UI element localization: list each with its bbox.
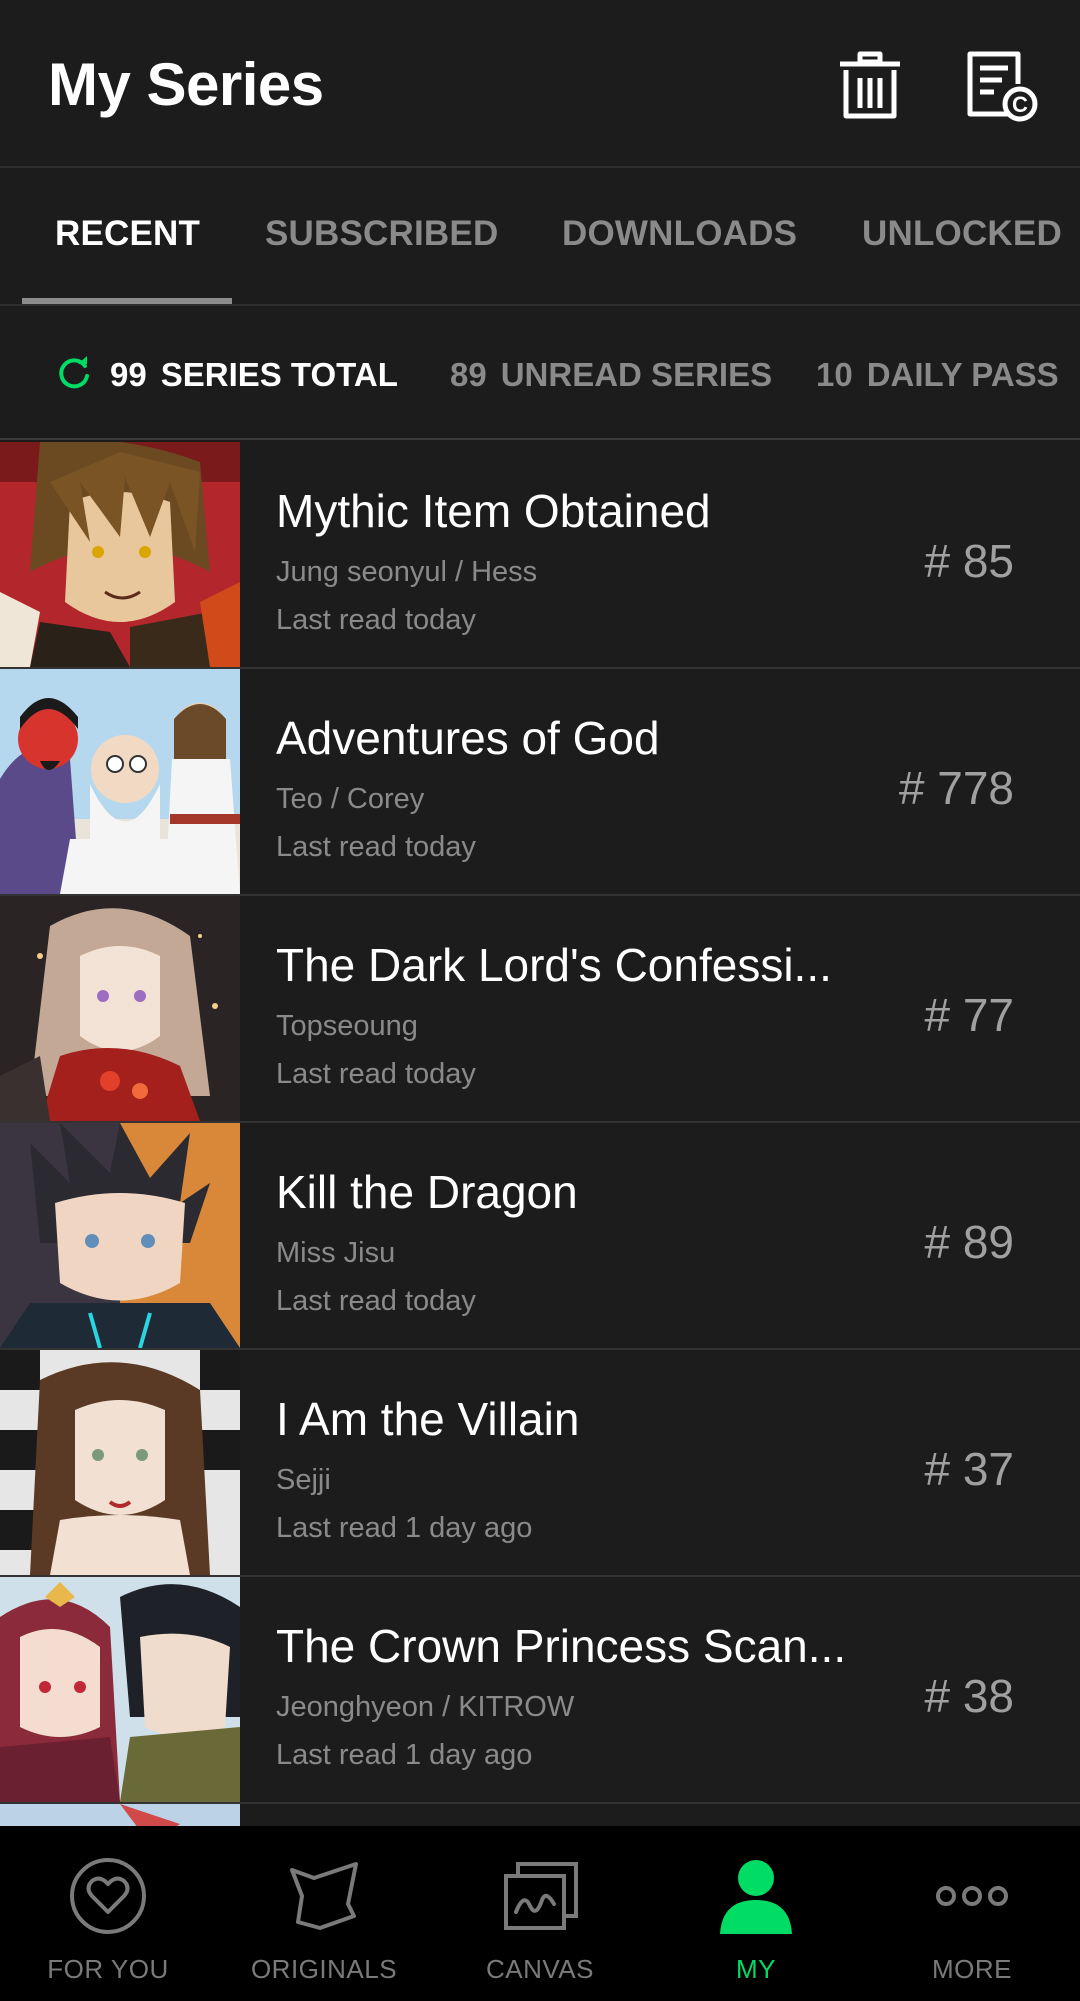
list-item[interactable] [0, 1804, 1080, 1826]
series-author: Miss Jisu [276, 1237, 396, 1269]
series-thumbnail [0, 1123, 240, 1348]
series-list: Mythic Item Obtained Jung seonyul / Hess… [0, 442, 1080, 1826]
nav-my[interactable]: MY [648, 1826, 864, 2001]
refresh-icon[interactable] [54, 354, 94, 394]
nav-label: FOR YOU [47, 1954, 169, 1984]
app-header: My Series C [0, 0, 1080, 168]
series-thumbnail [0, 442, 240, 667]
nav-label: ORIGINALS [250, 1954, 398, 1984]
series-thumbnail [0, 1350, 240, 1575]
series-author: Jeonghyeon / KITROW [276, 1691, 575, 1723]
tab-recent[interactable]: RECENT [55, 214, 200, 254]
tab-subscribed[interactable]: SUBSCRIBED [265, 214, 498, 254]
svg-text:C: C [1012, 92, 1028, 117]
series-last-read: Last read today [276, 1058, 476, 1090]
nav-originals[interactable]: ORIGINALS [216, 1826, 432, 2001]
series-last-read: Last read 1 day ago [276, 1739, 533, 1771]
stat-daily-label: DAILY PASS [866, 356, 1059, 393]
stat-daily-pass[interactable]: 10 DAILY PASS [816, 356, 1059, 394]
nav-label: CANVAS [486, 1954, 594, 1984]
series-title: I Am the Villain [276, 1393, 580, 1445]
stat-total-count: 99 [110, 356, 147, 393]
series-thumbnail [0, 1804, 240, 1826]
bottom-navigation: FOR YOU ORIGINALS CANVAS MY MORE [0, 1826, 1080, 2001]
page-title: My Series [48, 51, 324, 118]
series-author: Sejji [276, 1464, 331, 1496]
series-episode: # 38 [924, 1670, 1014, 1722]
nav-more[interactable]: MORE [864, 1826, 1080, 2001]
list-item[interactable]: I Am the Villain Sejji Last read 1 day a… [0, 1350, 1080, 1577]
more-icon [932, 1856, 1012, 1936]
stat-unread-label: UNREAD SERIES [500, 356, 773, 393]
trash-icon[interactable] [830, 48, 910, 128]
stat-unread-count: 89 [450, 356, 487, 393]
stat-series-total[interactable]: 99 SERIES TOTAL [110, 356, 398, 394]
nav-canvas[interactable]: CANVAS [432, 1826, 648, 2001]
tab-bar: RECENT SUBSCRIBED DOWNLOADS UNLOCKED [0, 170, 1080, 306]
series-author: Teo / Corey [276, 783, 425, 815]
series-episode: # 37 [924, 1443, 1014, 1495]
stat-daily-count: 10 [816, 356, 853, 393]
series-author: Topseoung [276, 1010, 418, 1042]
series-thumbnail [0, 669, 240, 894]
series-title: Mythic Item Obtained [276, 485, 711, 537]
series-last-read: Last read today [276, 1285, 476, 1317]
nav-label: MY [736, 1954, 776, 1984]
series-thumbnail [0, 896, 240, 1121]
series-last-read: Last read today [276, 831, 476, 863]
series-title: Adventures of God [276, 712, 660, 764]
series-title: The Crown Princess Scan... [276, 1620, 847, 1672]
series-last-read: Last read 1 day ago [276, 1512, 533, 1544]
canvas-icon [500, 1856, 580, 1936]
originals-icon [284, 1856, 364, 1936]
series-thumbnail [0, 1577, 240, 1802]
series-episode: # 85 [924, 535, 1014, 587]
series-title: Kill the Dragon [276, 1166, 578, 1218]
list-item[interactable]: Mythic Item Obtained Jung seonyul / Hess… [0, 442, 1080, 669]
nav-for-you[interactable]: FOR YOU [0, 1826, 216, 2001]
list-item[interactable]: Kill the Dragon Miss Jisu Last read toda… [0, 1123, 1080, 1350]
active-tab-indicator [22, 298, 232, 304]
stat-unread-series[interactable]: 89 UNREAD SERIES [450, 356, 772, 394]
series-episode: # 89 [924, 1216, 1014, 1268]
list-item[interactable]: Adventures of God Teo / Corey Last read … [0, 669, 1080, 896]
series-episode: # 778 [898, 762, 1014, 814]
series-title: The Dark Lord's Confessi... [276, 939, 832, 991]
series-episode: # 77 [924, 989, 1014, 1041]
series-author: Jung seonyul / Hess [276, 556, 538, 588]
heart-icon [68, 1856, 148, 1936]
nav-label: MORE [932, 1954, 1012, 1984]
stat-total-label: SERIES TOTAL [160, 356, 398, 393]
series-last-read: Last read today [276, 604, 476, 636]
list-item[interactable]: The Crown Princess Scan... Jeonghyeon / … [0, 1577, 1080, 1804]
series-stats: 99 SERIES TOTAL 89 UNREAD SERIES 10 DAILY P… [0, 308, 1080, 440]
person-icon [716, 1856, 796, 1936]
notice-icon[interactable]: C [962, 48, 1042, 128]
list-item[interactable]: The Dark Lord's Confessi... Topseoung La… [0, 896, 1080, 1123]
tab-downloads[interactable]: DOWNLOADS [562, 214, 797, 254]
tab-unlocked[interactable]: UNLOCKED [862, 214, 1062, 254]
